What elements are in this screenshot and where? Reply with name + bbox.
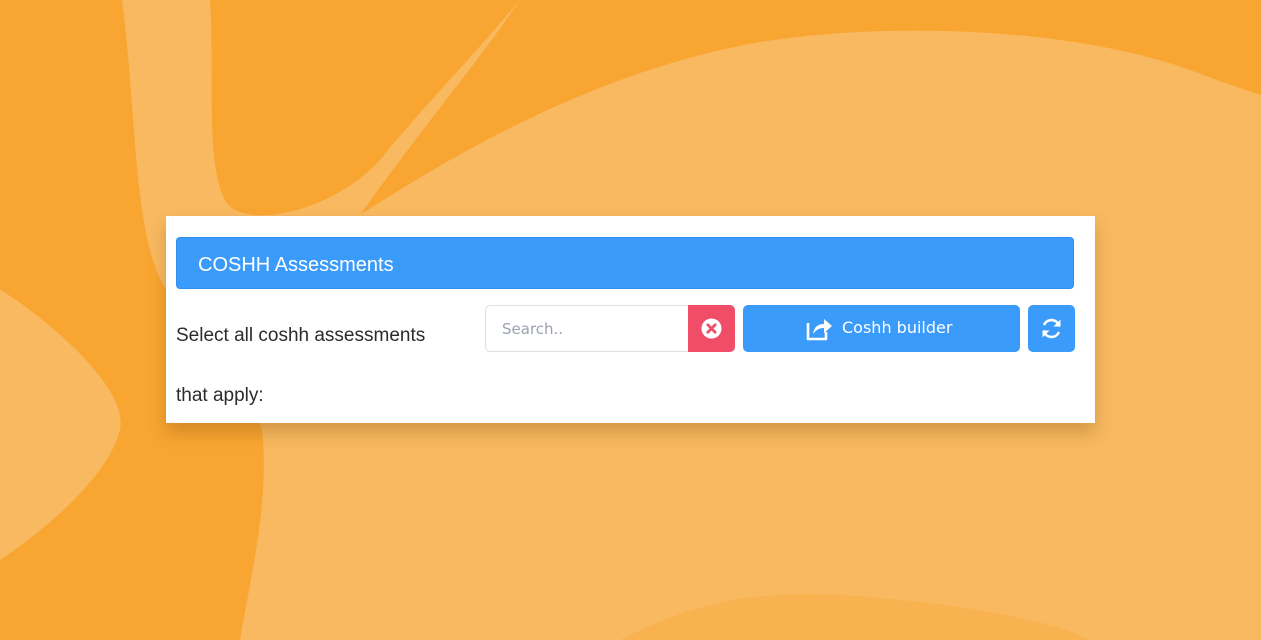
search-group bbox=[485, 305, 735, 352]
instruction-text-line-1: Select all coshh assessments bbox=[176, 325, 426, 346]
background-band-right bbox=[360, 0, 1261, 215]
refresh-button[interactable] bbox=[1028, 305, 1075, 352]
coshh-builder-button[interactable]: Coshh builder bbox=[743, 305, 1020, 352]
coshh-builder-label: Coshh builder bbox=[842, 318, 953, 337]
times-circle-icon bbox=[701, 318, 722, 339]
clear-search-button[interactable] bbox=[688, 305, 735, 352]
panel-header: COSHH Assessments bbox=[176, 237, 1074, 289]
panel-title: COSHH Assessments bbox=[198, 254, 394, 276]
refresh-icon bbox=[1042, 318, 1061, 339]
search-input[interactable] bbox=[485, 305, 688, 352]
instruction-text-line-2: that apply: bbox=[176, 385, 264, 406]
coshh-panel: COSHH Assessments Select all coshh asses… bbox=[166, 216, 1095, 423]
share-square-icon bbox=[806, 319, 832, 341]
background-band-bottom bbox=[620, 594, 1090, 640]
